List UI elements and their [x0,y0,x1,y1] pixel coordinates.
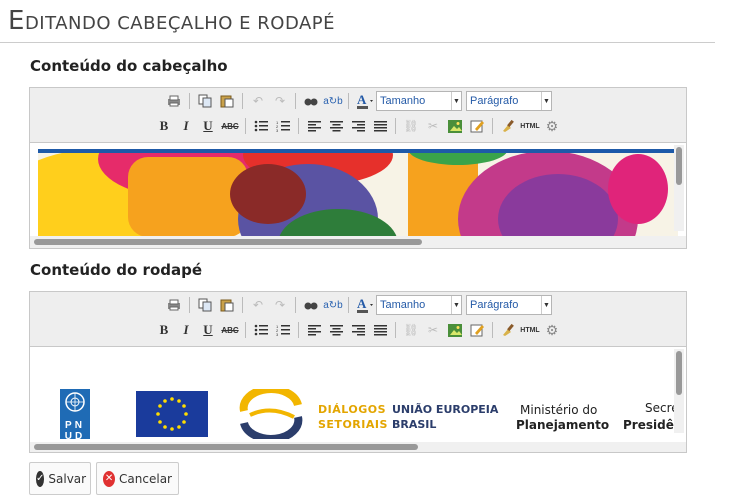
eu-flag-icon [136,391,208,437]
replace-icon[interactable]: a↻b [323,91,343,111]
bullet-list-icon[interactable] [251,116,271,136]
save-button[interactable]: ✓ Salvar [29,462,91,495]
svg-text:3: 3 [276,128,279,132]
clean-icon[interactable] [498,116,518,136]
paste-icon[interactable] [217,91,237,111]
pnud-logo: PN UD [60,389,90,442]
ministerio-text-line1: Ministério do [520,403,598,417]
footer-horizontal-scrollbar[interactable] [30,442,686,452]
footer-section-label: Conteúdo do rodapé [30,261,203,279]
numbered-list-icon[interactable]: 123 [273,116,293,136]
copy-icon[interactable] [195,295,215,315]
image-icon[interactable] [445,116,465,136]
footer-editor: ↶ ↷ a↻b A Tamanho ▼ Parágrafo ▼ B I U ABC … [29,291,687,453]
redo-icon[interactable]: ↷ [270,91,290,111]
paragraph-format-select[interactable]: Parágrafo ▼ [466,91,552,111]
svg-text:3: 3 [276,332,279,336]
align-center-icon[interactable] [326,320,346,340]
clean-icon[interactable] [498,320,518,340]
paragraph-format-select[interactable]: Parágrafo ▼ [466,295,552,315]
dialogos-text-line1: DIÁLOGOS [318,403,387,416]
strikethrough-button[interactable]: ABC [220,320,240,340]
undo-icon[interactable]: ↶ [248,295,268,315]
settings-icon[interactable]: ⚙ [542,116,562,136]
pnud-text-top: PN [65,420,85,431]
edit-icon[interactable] [467,116,487,136]
footer-editor-toolbar: ↶ ↷ a↻b A Tamanho ▼ Parágrafo ▼ B I U ABC … [30,292,686,347]
redo-icon[interactable]: ↷ [270,295,290,315]
italic-button[interactable]: I [176,320,196,340]
numbered-list-icon[interactable]: 123 [273,320,293,340]
cancel-button[interactable]: ✕ Cancelar [96,462,179,495]
header-editor-toolbar: ↶ ↷ a↻b A Tamanho ▼ Parágrafo ▼ B I U ABC … [30,88,686,143]
cancel-button-label: Cancelar [119,471,172,486]
secretaria-text-line2: Presidê [623,418,674,432]
align-right-icon[interactable] [348,320,368,340]
align-center-icon[interactable] [326,116,346,136]
uniao-text-line2: BRASIL [392,418,437,431]
text-color-icon[interactable]: A [354,91,374,111]
html-icon[interactable]: HTML [520,116,540,136]
unlink-icon[interactable]: ✂ [423,116,443,136]
cancel-x-icon: ✕ [103,470,116,487]
undo-icon[interactable]: ↶ [248,91,268,111]
strikethrough-button[interactable]: ABC [220,116,240,136]
settings-icon[interactable]: ⚙ [542,320,562,340]
html-icon[interactable]: HTML [520,320,540,340]
footer-vertical-scrollbar[interactable] [674,349,684,433]
copy-icon[interactable] [195,91,215,111]
bold-button[interactable]: B [154,116,174,136]
page-title: EDITANDO CABEÇALHO E RODAPÉ [8,6,336,36]
ministerio-text-line2: Planejamento [516,418,610,432]
link-icon[interactable]: ⛓ [401,116,421,136]
underline-button[interactable]: U [198,116,218,136]
align-left-icon[interactable] [304,320,324,340]
paste-icon[interactable] [217,295,237,315]
edit-icon[interactable] [467,320,487,340]
svg-text:A: A [357,93,367,107]
find-icon[interactable] [301,91,321,111]
italic-button[interactable]: I [176,116,196,136]
justify-icon[interactable] [370,116,390,136]
bold-button[interactable]: B [154,320,174,340]
image-icon[interactable] [445,320,465,340]
print-icon[interactable] [164,295,184,315]
replace-icon[interactable]: a↻b [323,295,343,315]
align-right-icon[interactable] [348,116,368,136]
title-divider [0,42,715,43]
align-left-icon[interactable] [304,116,324,136]
underline-button[interactable]: U [198,320,218,340]
footer-editor-content[interactable]: PN UD DIÁLOGOS SETORIAIS UNIÃO EUROPEIA … [30,347,686,452]
font-size-select[interactable]: Tamanho ▼ [376,91,462,111]
header-banner-image [38,149,678,237]
pnud-text-bottom: UD [64,431,86,442]
unlink-icon[interactable]: ✂ [423,320,443,340]
header-horizontal-scrollbar[interactable] [30,236,686,248]
print-icon[interactable] [164,91,184,111]
link-icon[interactable]: ⛓ [401,320,421,340]
uniao-text-line1: UNIÃO EUROPEIA [392,403,499,416]
bullet-list-icon[interactable] [251,320,271,340]
justify-icon[interactable] [370,320,390,340]
text-color-icon[interactable]: A [354,295,374,315]
find-icon[interactable] [301,295,321,315]
dialogos-text-line2: SETORIAIS [318,418,388,431]
checkmark-icon: ✓ [36,470,45,487]
font-size-select[interactable]: Tamanho ▼ [376,295,462,315]
dialogos-setoriais-logo-icon [239,389,303,439]
header-editor: ↶ ↷ a↻b A Tamanho ▼ Parágrafo ▼ B I U ABC … [29,87,687,249]
header-editor-content[interactable] [30,143,686,248]
svg-text:A: A [357,297,367,311]
save-button-label: Salvar [48,471,87,486]
header-vertical-scrollbar[interactable] [674,145,684,231]
header-section-label: Conteúdo do cabeçalho [30,57,228,75]
